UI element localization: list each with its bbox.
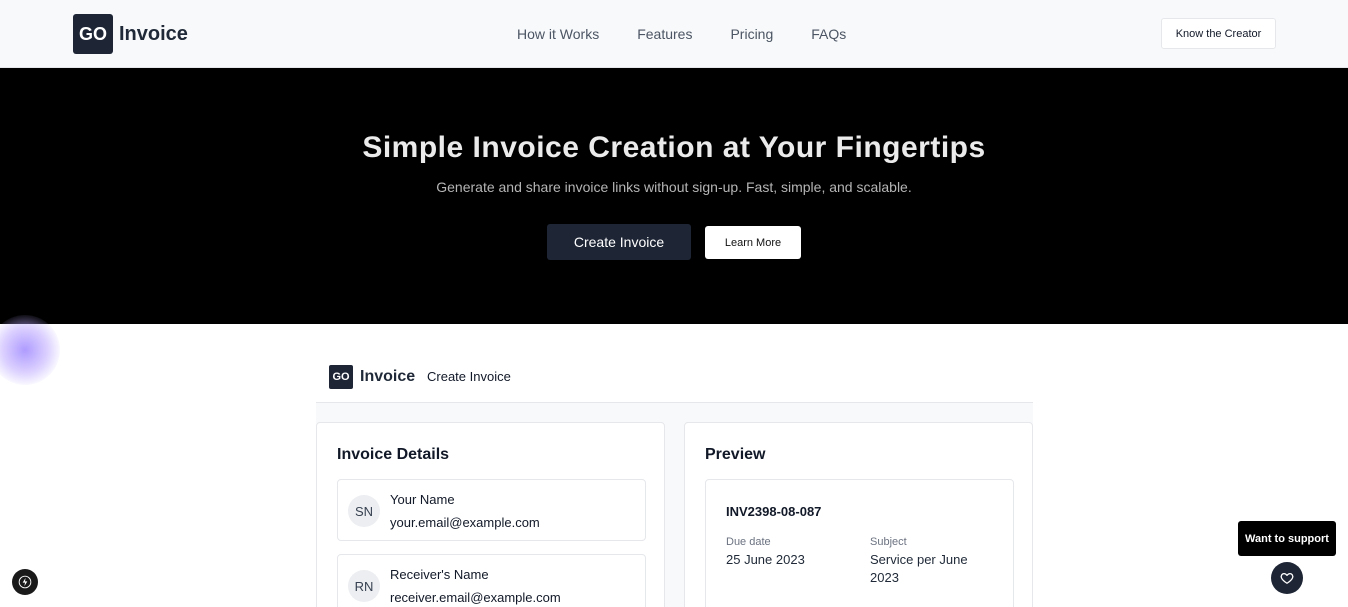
- invoice-details-title: Invoice Details: [337, 446, 450, 463]
- nav-link-how-it-works[interactable]: How it Works: [517, 26, 599, 42]
- app-page-title: Create Invoice: [427, 369, 511, 384]
- invoice-details-panel: Invoice Details SN Your Name your.email@…: [316, 422, 665, 607]
- decorative-glow: [0, 315, 60, 385]
- top-header: GO Invoice How it Works Features Pricing…: [0, 0, 1348, 68]
- subject-label: Subject: [870, 536, 907, 548]
- app-header: GO Invoice Create Invoice: [316, 350, 1033, 403]
- lightning-icon: [18, 575, 32, 589]
- sender-avatar: SN: [348, 495, 380, 527]
- sender-name: Your Name: [390, 492, 455, 507]
- nav-link-features[interactable]: Features: [637, 26, 692, 42]
- sender-card[interactable]: SN Your Name your.email@example.com: [337, 479, 646, 541]
- want-to-support-tooltip[interactable]: Want to support: [1238, 521, 1336, 556]
- preview-panel: Preview INV2398-08-087 Due date 25 June …: [684, 422, 1033, 607]
- hero-title: Simple Invoice Creation at Your Fingerti…: [362, 131, 986, 164]
- sender-email: your.email@example.com: [390, 515, 540, 530]
- app-logo-text: Invoice: [360, 368, 416, 385]
- receiver-email: receiver.email@example.com: [390, 590, 561, 605]
- app-logo[interactable]: GO Invoice: [329, 365, 415, 389]
- subject-value: Service per June 2023: [870, 552, 968, 585]
- preview-title: Preview: [705, 446, 766, 463]
- support-button[interactable]: [1271, 562, 1303, 594]
- due-date-value: 25 June 2023: [726, 552, 805, 567]
- receiver-avatar: RN: [348, 570, 380, 602]
- know-the-creator-button[interactable]: Know the Creator: [1161, 18, 1276, 49]
- learn-more-button[interactable]: Learn More: [705, 226, 801, 259]
- quick-action-button[interactable]: [12, 569, 38, 595]
- receiver-name: Receiver's Name: [390, 567, 489, 582]
- app-logo-badge: GO: [329, 365, 353, 389]
- create-invoice-button[interactable]: Create Invoice: [547, 224, 691, 260]
- invoice-number: INV2398-08-087: [726, 504, 822, 519]
- logo-badge: GO: [73, 14, 113, 54]
- app-preview: GO Invoice Create Invoice Invoice Detail…: [316, 350, 1033, 607]
- hero-section: Simple Invoice Creation at Your Fingerti…: [0, 68, 1348, 324]
- nav-link-faqs[interactable]: FAQs: [811, 26, 846, 42]
- site-logo[interactable]: GO Invoice: [73, 14, 188, 54]
- logo-text: Invoice: [119, 22, 188, 45]
- hero-subtitle: Generate and share invoice links without…: [436, 179, 912, 195]
- invoice-preview: INV2398-08-087 Due date 25 June 2023 Sub…: [705, 479, 1014, 607]
- heart-icon: [1280, 572, 1294, 584]
- receiver-card[interactable]: RN Receiver's Name receiver.email@exampl…: [337, 554, 646, 607]
- main-nav: How it Works Features Pricing FAQs: [517, 26, 846, 42]
- nav-link-pricing[interactable]: Pricing: [730, 26, 773, 42]
- due-date-label: Due date: [726, 536, 771, 548]
